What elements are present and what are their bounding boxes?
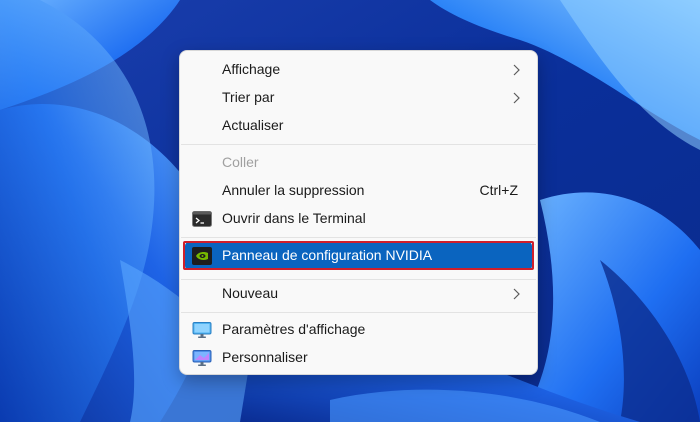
- menu-item-nouveau[interactable]: Nouveau: [185, 280, 532, 308]
- menu-item-ouvrir-terminal[interactable]: Ouvrir dans le Terminal: [185, 205, 532, 233]
- menu-item-label: Actualiser: [222, 117, 284, 133]
- display-settings-icon: [192, 322, 212, 338]
- menu-separator: [181, 312, 536, 313]
- desktop-context-menu: Affichage Trier par Actualiser Coller An…: [179, 50, 538, 375]
- personalize-icon: [192, 350, 212, 366]
- menu-item-label: Ouvrir dans le Terminal: [222, 210, 366, 226]
- menu-item-actualiser[interactable]: Actualiser: [185, 112, 532, 140]
- nvidia-icon: [192, 247, 212, 265]
- menu-item-label: Trier par: [222, 89, 275, 105]
- menu-separator: [181, 237, 536, 238]
- terminal-icon: [192, 211, 212, 227]
- menu-item-label: Nouveau: [222, 285, 279, 301]
- menu-item-label: Personnaliser: [222, 349, 308, 365]
- menu-item-parametres-affichage[interactable]: Paramètres d'affichage: [185, 316, 532, 344]
- chevron-right-icon: [513, 92, 520, 104]
- menu-item-nvidia-control-panel[interactable]: Panneau de configuration NVIDIA: [185, 242, 532, 270]
- menu-item-label: Affichage: [222, 61, 281, 77]
- menu-item-affichage[interactable]: Affichage: [185, 56, 532, 84]
- menu-item-annuler-suppression[interactable]: Annuler la suppression Ctrl+Z: [185, 177, 532, 205]
- menu-item-label: Paramètres d'affichage: [222, 321, 366, 337]
- chevron-right-icon: [513, 288, 520, 300]
- chevron-right-icon: [513, 64, 520, 76]
- menu-item-label: Annuler la suppression: [222, 182, 365, 198]
- menu-item-label: Panneau de configuration NVIDIA: [222, 247, 433, 263]
- menu-item-label: Coller: [222, 154, 259, 170]
- menu-item-personnaliser[interactable]: Personnaliser: [185, 344, 532, 372]
- menu-item-trier-par[interactable]: Trier par: [185, 84, 532, 112]
- menu-item-coller: Coller: [185, 149, 532, 177]
- menu-separator: [181, 144, 536, 145]
- shortcut-label: Ctrl+Z: [479, 182, 519, 198]
